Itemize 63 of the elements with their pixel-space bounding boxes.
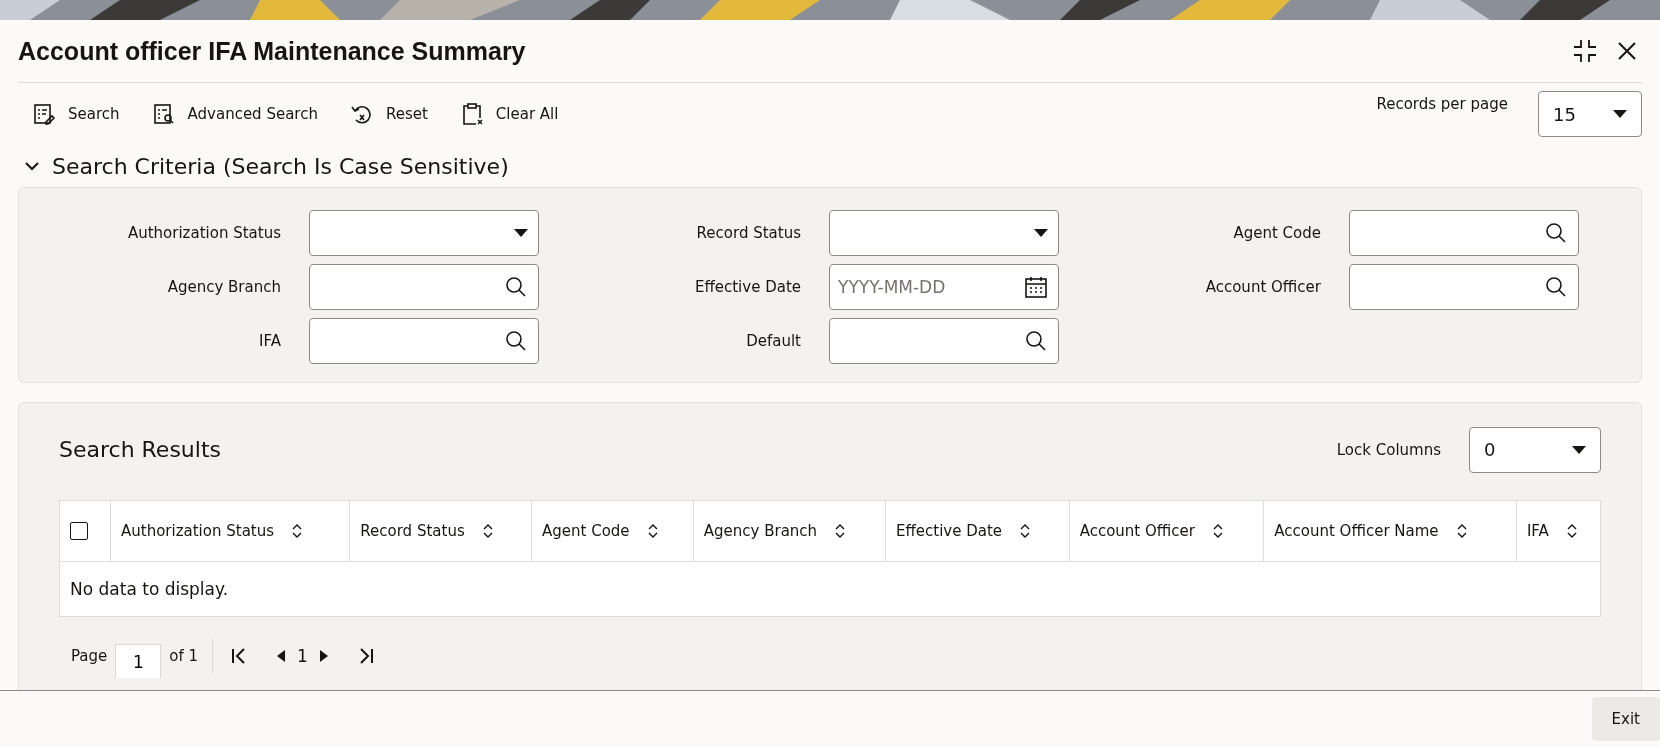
section-title: Search Results [59,437,222,462]
dropdown-field[interactable] [309,210,539,256]
window-title: Account officer IFA Maintenance Summary [18,36,527,66]
column-header[interactable]: Account Officer Name [1263,500,1517,562]
column-header[interactable]: Account Officer [1069,500,1264,562]
lookup-field[interactable] [829,318,1059,364]
exit-button[interactable]: Exit [1591,697,1660,741]
edit-list-icon [32,102,56,126]
caret-icon [1613,110,1627,118]
search-icon [1544,221,1568,245]
search-icon [504,329,528,353]
caret-icon [1572,445,1586,454]
search-icon [504,275,528,299]
list-search-icon [151,102,176,126]
page-label: Page [71,647,108,665]
column-header[interactable]: Agency Branch [693,500,886,562]
lock-columns-select[interactable]: 0 [1469,426,1601,473]
caret-icon [514,229,528,237]
column-header[interactable]: Agent Code [531,500,694,562]
sort-icon [1213,524,1223,538]
field-label: Account Officer [1204,278,1322,296]
field-label: IFA [258,332,282,350]
caret-icon [1034,229,1048,237]
sort-icon [292,524,303,538]
page-count: of 1 [169,647,199,665]
lookup-field[interactable] [1349,264,1579,310]
column-header[interactable]: Effective Date [885,500,1070,562]
empty-message: No data to display. [70,579,229,599]
records-per-page-label: Records per page [1376,95,1508,113]
toolbar-button[interactable]: Reset [349,98,428,130]
column-header[interactable]: Authorization Status [110,500,350,562]
toolbar-button[interactable]: Clear All [459,98,559,130]
toolbar-button[interactable]: Advanced Search [151,98,318,130]
field-label: Agent Code [1232,224,1322,242]
lock-columns-label: Lock Columns [1336,440,1441,459]
checkbox[interactable] [70,522,88,540]
sort-icon [482,524,493,538]
date-field[interactable]: YYYY-MM-DD [829,264,1059,310]
toolbar-button[interactable]: Search [32,98,120,130]
section-title: Search Criteria (Search Is Case Sensitive) [52,153,509,179]
sort-icon [1566,524,1577,538]
field-label: Agency Branch [166,278,282,296]
dropdown-field[interactable] [829,210,1059,256]
column-header[interactable]: IFA [1516,500,1601,562]
page-input[interactable]: 1 [115,644,162,678]
column-header[interactable]: Record Status [349,500,532,562]
sort-icon [1456,524,1467,538]
search-icon [1544,275,1568,299]
date-placeholder: YYYY-MM-DD [838,277,946,297]
lookup-field[interactable] [309,264,539,310]
calendar-icon [1024,275,1048,299]
sort-icon [1020,524,1031,538]
current-page: 1 [297,646,308,666]
records-per-page-select[interactable]: 15 [1538,91,1642,137]
field-label: Authorization Status [126,224,282,242]
field-label: Default [745,332,802,350]
field-label: Record Status [695,224,802,242]
search-icon [1024,329,1048,353]
sort-icon [647,524,658,538]
field-label: Effective Date [693,278,802,296]
lookup-field[interactable] [309,318,539,364]
lookup-field[interactable] [1349,210,1579,256]
sort-icon [835,524,846,538]
